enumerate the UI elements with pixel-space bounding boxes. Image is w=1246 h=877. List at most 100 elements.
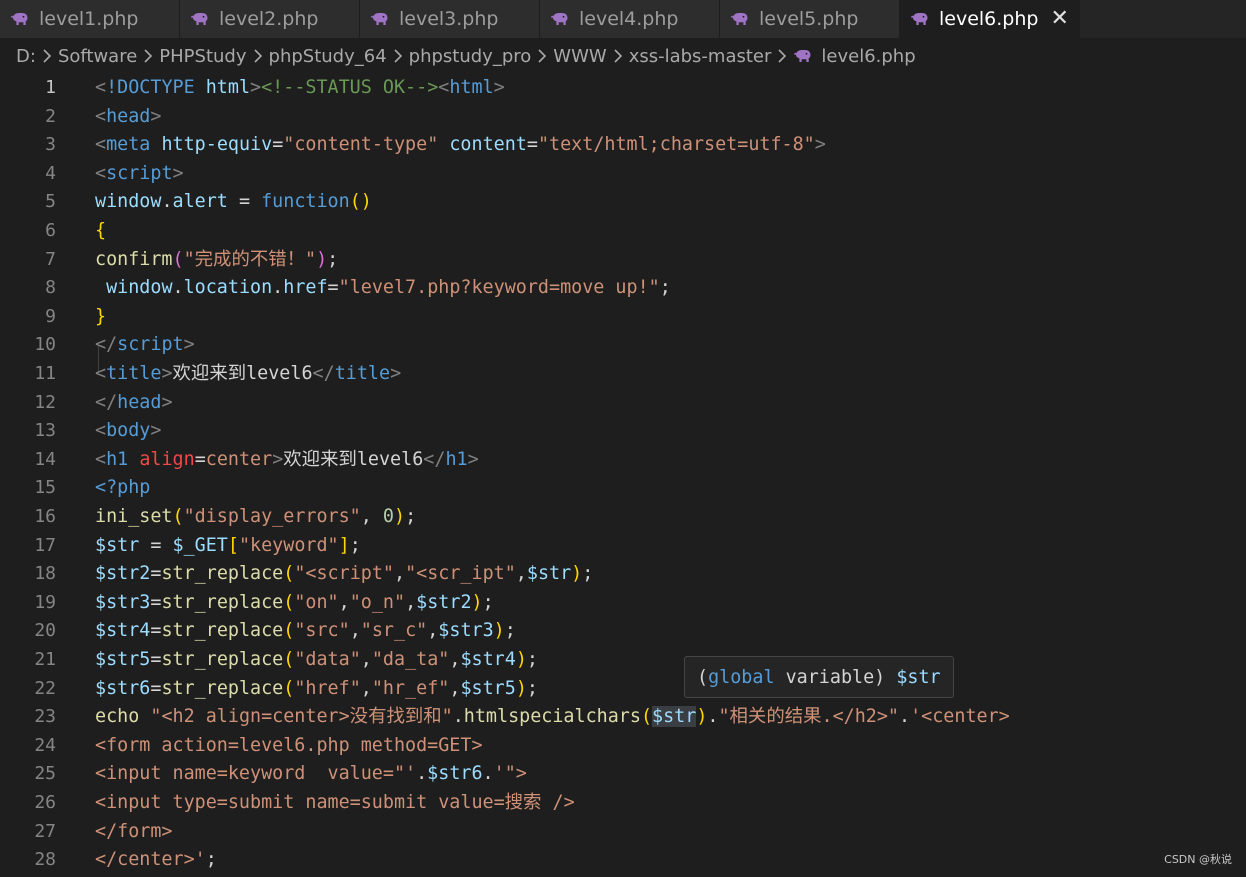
code-line[interactable]: 9} [0,303,1246,332]
code-token: ( [283,677,295,699]
code-token: </form> [95,820,173,842]
code-line[interactable]: 13 <body> [0,417,1246,446]
code-token: = [194,448,206,470]
code-token: . [272,277,284,299]
breadcrumb-item[interactable]: PHPStudy [159,46,246,67]
code-token: , [360,649,372,670]
tab-level6-php[interactable]: level6.php ✕ [900,0,1080,38]
code-token: ( [283,620,295,642]
code-line[interactable]: 17 $str = $_GET["keyword"]; [0,532,1246,561]
code-token: , [360,677,372,699]
code-token: , [349,620,361,642]
breadcrumb: D: Software PHPStudy phpStudy_64 phpstudy_pr… [0,38,1246,74]
breadcrumb-item[interactable]: phpStudy_64 [269,46,387,67]
code-line[interactable]: 4 <script> [0,160,1246,189]
code-token: h1 [106,448,129,470]
code-line[interactable]: 2 <head> [0,103,1246,132]
close-icon[interactable]: ✕ [1050,8,1068,30]
code-line[interactable]: 25 <input name=keyword value="'.$str6.'"> [0,760,1246,789]
line-number: 19 [34,591,56,613]
line-number: 28 [34,849,56,871]
code-token: . [707,706,719,728]
line-number: 13 [34,420,56,442]
tab-label: level6.php [939,8,1039,30]
code-token: "<h2 align=center>没有找到和" [150,706,453,728]
line-number: 2 [45,105,56,127]
breadcrumb-item[interactable]: D: [16,46,36,67]
tab-level4-php[interactable]: level4.php [540,0,720,38]
tab-level5-php[interactable]: level5.php [720,0,900,38]
code-line[interactable]: 27 </form> [0,818,1246,847]
code-token: "href" [294,677,361,699]
code-line[interactable]: 19 $str3=str_replace("on","o_n",$str2); [0,589,1246,618]
tab-level2-php[interactable]: level2.php [180,0,360,38]
code-token: = [150,649,162,670]
code-editor[interactable]: 1 <!DOCTYPE html><!--STATUS OK--><html> 2 <… [0,74,1246,877]
code-token: function [261,191,350,213]
code-token: , [515,563,527,585]
line-number: 12 [34,391,56,413]
code-line[interactable]: 15 <?php [0,474,1246,503]
hover-token: $str [896,666,941,688]
tab-level1-php[interactable]: level1.php [0,0,180,38]
php-elephant-icon [10,10,30,28]
line-number: 15 [34,477,56,499]
code-line[interactable]: 12 </head> [0,389,1246,418]
breadcrumb-item[interactable]: xss-labs-master [629,46,772,67]
line-number: 16 [34,506,56,527]
code-token: </ [312,363,335,384]
code-token: '<center> [910,706,1010,728]
breadcrumb-file[interactable]: level6.php [793,45,916,67]
code-line[interactable]: 14 <h1 align=center>欢迎来到level6</h1> [0,446,1246,475]
code-token: </ [95,391,118,413]
code-text: window.alert = function() [95,188,372,217]
breadcrumb-item[interactable]: WWW [553,46,606,67]
code-token: alert [172,191,228,213]
code-text: $str6=str_replace("href","hr_ef",$str5); [95,675,538,704]
code-token: ; [327,248,339,270]
code-line[interactable]: 7 confirm("完成的不错！"); [0,246,1246,275]
code-line[interactable]: 10 </script> [0,331,1246,360]
breadcrumb-item[interactable]: Software [58,46,137,67]
code-line[interactable]: 1 <!DOCTYPE html><!--STATUS OK--><html> [0,74,1246,103]
code-line[interactable]: 5 window.alert = function() [0,188,1246,217]
code-token: = [150,620,162,642]
code-line[interactable]: 24 <form action=level6.php method=GET> [0,732,1246,761]
code-token: confirm [95,248,173,270]
code-token: "content-type" [283,134,439,156]
code-line[interactable]: 16 ini_set("display_errors", 0); [0,503,1246,532]
code-text: <title>欢迎来到level6</title> [95,360,401,389]
code-token: meta [106,134,151,156]
code-token: > [250,77,262,98]
breadcrumb-item[interactable]: phpstudy_pro [409,46,532,67]
line-number: 22 [34,677,56,699]
code-token: , [360,506,383,527]
code-line[interactable]: 3 <meta http-equiv="content-type" content… [0,131,1246,160]
code-line[interactable]: 28 </center>'; [0,846,1246,875]
code-token: = [327,277,339,299]
code-line[interactable]: 6{ [0,217,1246,246]
code-line[interactable]: 23 echo "<h2 align=center>没有找到和".htmlspec… [0,703,1246,732]
code-line[interactable]: 8 window.location.href="level7.php?keywo… [0,274,1246,303]
code-text: <?php [95,474,150,503]
code-token: ) [696,706,708,728]
code-token: location [183,277,273,299]
code-line[interactable]: 21 $str5=str_replace("data","da_ta",$str4… [0,646,1246,675]
code-token: $str3 [438,620,494,642]
code-line[interactable]: 11 <title>欢迎来到level6</title> [0,360,1246,389]
code-line[interactable]: 20 $str4=str_replace("src","sr_c",$str3); [0,617,1246,646]
tab-level3-php[interactable]: level3.php [360,0,540,38]
breadcrumb-file-label: level6.php [821,45,916,67]
code-text: <meta http-equiv="content-type" content=… [95,131,826,160]
code-token: "相关的结果.</h2>" [718,706,899,728]
code-token: $str5 [460,677,516,699]
code-token: 欢迎来到level6 [172,363,313,384]
code-line[interactable]: 18 $str2=str_replace("<script","<scr_ipt"… [0,560,1246,589]
code-line[interactable]: 22 $str6=str_replace("href","hr_ef",$str5… [0,675,1246,704]
code-token: > [272,448,284,470]
tab-label: level2.php [219,8,319,30]
hover-token: ( [697,666,709,688]
code-line[interactable]: 26 <input type=submit name=submit value=搜… [0,789,1246,818]
